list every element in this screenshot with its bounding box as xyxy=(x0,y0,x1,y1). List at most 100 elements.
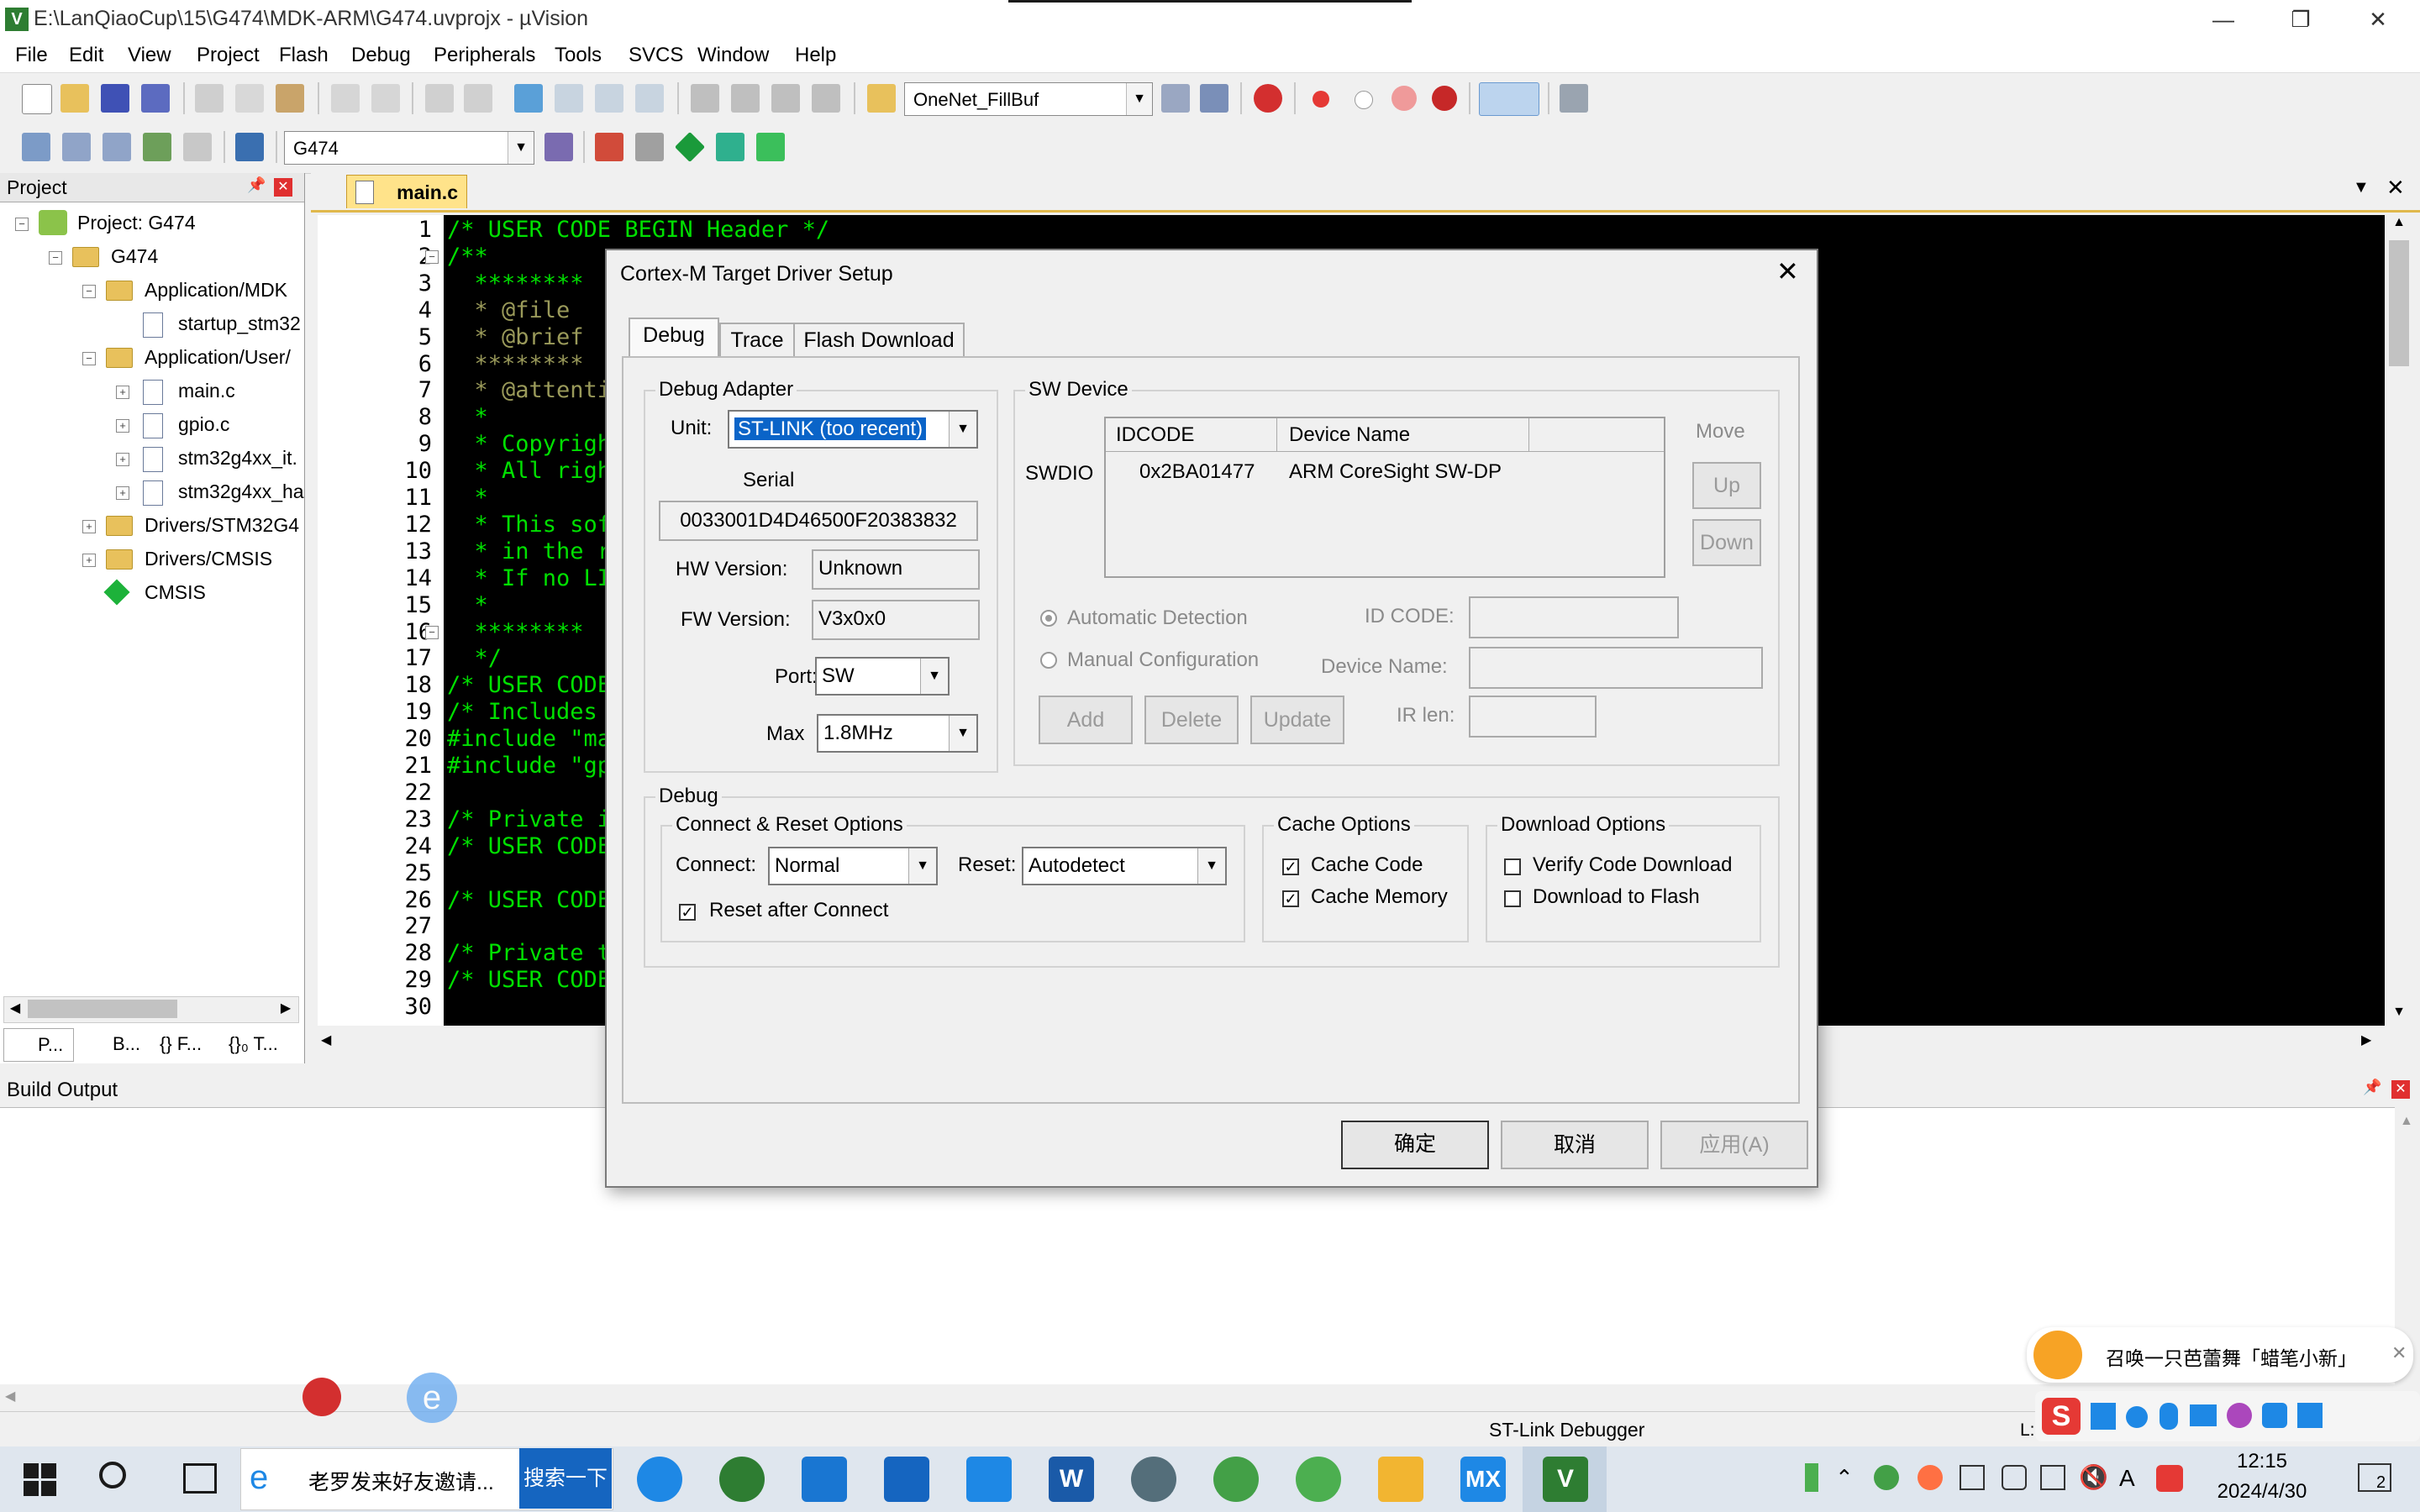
stop-build-icon[interactable] xyxy=(183,133,212,161)
chevron-down-icon[interactable]: ▼ xyxy=(1197,848,1225,884)
close-editor-icon[interactable]: ✕ xyxy=(2386,175,2405,201)
reset-after-connect-checkbox[interactable]: ✓ xyxy=(679,904,696,921)
expand-icon[interactable]: + xyxy=(82,554,96,567)
cut-icon[interactable] xyxy=(195,84,224,113)
update-button[interactable]: Update xyxy=(1250,696,1344,744)
calendar-icon[interactable] xyxy=(966,1457,1012,1502)
tray-display-icon[interactable] xyxy=(1960,1465,1985,1490)
redo-icon[interactable] xyxy=(371,84,400,113)
code-line[interactable]: */ xyxy=(447,645,502,671)
disable-breakpoint-icon[interactable] xyxy=(1355,91,1373,109)
batch-build-icon[interactable] xyxy=(143,133,171,161)
sogou-ime-icon[interactable]: S xyxy=(2042,1398,2081,1435)
search-icon[interactable] xyxy=(99,1462,126,1488)
chevron-down-icon[interactable]: ▼ xyxy=(920,659,948,694)
keyboard-icon[interactable] xyxy=(2190,1404,2217,1426)
tree-file-main-c[interactable]: main.c xyxy=(178,380,235,402)
target-options-icon[interactable] xyxy=(544,133,573,161)
tray-green-icon[interactable] xyxy=(1874,1465,1899,1490)
file-extensions-icon[interactable] xyxy=(635,133,664,161)
move-down-button[interactable]: Down xyxy=(1692,519,1761,566)
code-line[interactable]: * @brief xyxy=(447,324,584,350)
scrollbar-thumb[interactable] xyxy=(28,1000,177,1018)
move-up-button[interactable]: Up xyxy=(1692,462,1761,509)
build-icon[interactable] xyxy=(62,133,91,161)
run-time-env-icon[interactable] xyxy=(674,131,706,163)
xbox-icon[interactable] xyxy=(719,1457,765,1502)
collapse-icon[interactable]: − xyxy=(15,218,29,231)
scroll-left-icon[interactable]: ◀ xyxy=(5,1388,15,1404)
tray-app-icon[interactable] xyxy=(2002,1465,2027,1490)
nav-forward-icon[interactable] xyxy=(464,84,492,113)
windows-start-icon[interactable] xyxy=(24,1463,57,1497)
close-icon[interactable]: ✕ xyxy=(2391,1342,2407,1364)
battery-widget-icon[interactable] xyxy=(1805,1463,1818,1492)
editor-vscrollbar[interactable]: ▲ ▼ xyxy=(2385,215,2413,1026)
clock-app-icon[interactable] xyxy=(1131,1457,1176,1502)
tab-list-icon[interactable]: ▼ xyxy=(2353,178,2370,197)
browser-floating-icon[interactable]: e xyxy=(407,1373,457,1423)
pack-installer-icon[interactable] xyxy=(716,133,744,161)
tray-time[interactable]: 12:15 xyxy=(2212,1450,2312,1473)
code-line[interactable]: /* Private t xyxy=(447,940,611,966)
col-header-device-name[interactable]: Device Name xyxy=(1277,418,1529,452)
rebuild-icon[interactable] xyxy=(103,133,131,161)
tree-file-it-c[interactable]: stm32g4xx_it. xyxy=(178,447,297,470)
comment-icon[interactable] xyxy=(771,84,800,113)
code-line[interactable]: /* USER CODE BEGIN Header */ xyxy=(447,217,829,243)
save-all-icon[interactable] xyxy=(141,84,170,113)
stm32cubemx-icon[interactable]: MX xyxy=(1460,1457,1506,1502)
task-view-icon[interactable] xyxy=(183,1463,217,1494)
expand-icon[interactable]: + xyxy=(116,386,129,399)
code-line[interactable]: * Copyrigh xyxy=(447,431,612,457)
table-row[interactable]: 0x2BA01477 ARM CoreSight SW-DP xyxy=(1106,455,1664,489)
tree-group-app-user[interactable]: Application/User/ xyxy=(145,346,291,369)
max-clock-select[interactable]: 1.8MHz ▼ xyxy=(817,714,978,753)
apple-desktop-icon[interactable] xyxy=(302,1378,341,1416)
word-icon[interactable]: W xyxy=(1049,1457,1094,1502)
ime-suggestion-bubble[interactable]: 召唤一只芭蕾舞「蜡笔小新」 ✕ xyxy=(2027,1327,2413,1383)
open-file-icon[interactable] xyxy=(60,84,89,113)
close-dialog-icon[interactable]: ✕ xyxy=(1776,255,1799,287)
code-line[interactable]: /** xyxy=(447,244,488,270)
tree-group-drivers-stm32[interactable]: Drivers/STM32G4 xyxy=(145,514,299,537)
collapse-icon[interactable]: − xyxy=(82,285,96,298)
tray-pet-icon[interactable] xyxy=(1918,1465,1943,1490)
tree-file-hal-c[interactable]: stm32g4xx_ha xyxy=(178,480,304,503)
find-combo[interactable]: OneNet_FillBuf ▼ xyxy=(904,82,1153,116)
notification-center-icon[interactable]: 2 xyxy=(2358,1463,2391,1492)
tab-project[interactable]: P... xyxy=(3,1028,74,1062)
chevron-down-icon[interactable]: ▼ xyxy=(949,716,976,751)
load-download-icon[interactable] xyxy=(235,133,264,161)
tray-date[interactable]: 2024/4/30 xyxy=(2212,1480,2312,1504)
scroll-right-icon[interactable]: ▶ xyxy=(2361,1032,2371,1048)
code-line[interactable]: ******** xyxy=(447,619,584,645)
sogou-tray-icon[interactable] xyxy=(2156,1465,2183,1492)
taskbar-search-button[interactable]: 搜索一下 xyxy=(519,1448,612,1509)
menu-debug[interactable]: Debug xyxy=(351,44,411,67)
code-line[interactable]: /* Includes xyxy=(447,699,597,725)
close-window-button[interactable]: ✕ xyxy=(2339,0,2417,39)
connect-select[interactable]: Normal ▼ xyxy=(768,847,938,885)
port-select[interactable]: SW ▼ xyxy=(815,657,950,696)
code-line[interactable]: /* Private i xyxy=(447,806,611,832)
bookmark-icon[interactable] xyxy=(514,84,543,113)
pin-icon[interactable]: 📌 xyxy=(247,176,266,194)
verify-code-download-checkbox[interactable] xyxy=(1504,858,1521,875)
cache-memory-checkbox[interactable]: ✓ xyxy=(1282,890,1299,907)
code-line[interactable]: #include "ma xyxy=(447,726,611,752)
expand-icon[interactable]: + xyxy=(116,419,129,433)
code-line[interactable]: * xyxy=(447,485,488,511)
file-explorer-icon[interactable] xyxy=(1378,1457,1423,1502)
code-line[interactable]: #include "gp xyxy=(447,753,611,779)
disable-all-breakpoints-icon[interactable] xyxy=(1392,86,1417,111)
copy-icon[interactable] xyxy=(235,84,264,113)
uncomment-icon[interactable] xyxy=(812,84,840,113)
reset-select[interactable]: Autodetect ▼ xyxy=(1022,847,1227,885)
tab-trace[interactable]: Trace xyxy=(719,323,795,356)
menu-project[interactable]: Project xyxy=(197,44,260,67)
code-line[interactable]: /* USER CODE xyxy=(447,887,611,913)
menu-file[interactable]: File xyxy=(15,44,48,67)
tree-file-startup[interactable]: startup_stm32 xyxy=(178,312,301,335)
tree-project-root[interactable]: Project: G474 xyxy=(77,212,196,234)
